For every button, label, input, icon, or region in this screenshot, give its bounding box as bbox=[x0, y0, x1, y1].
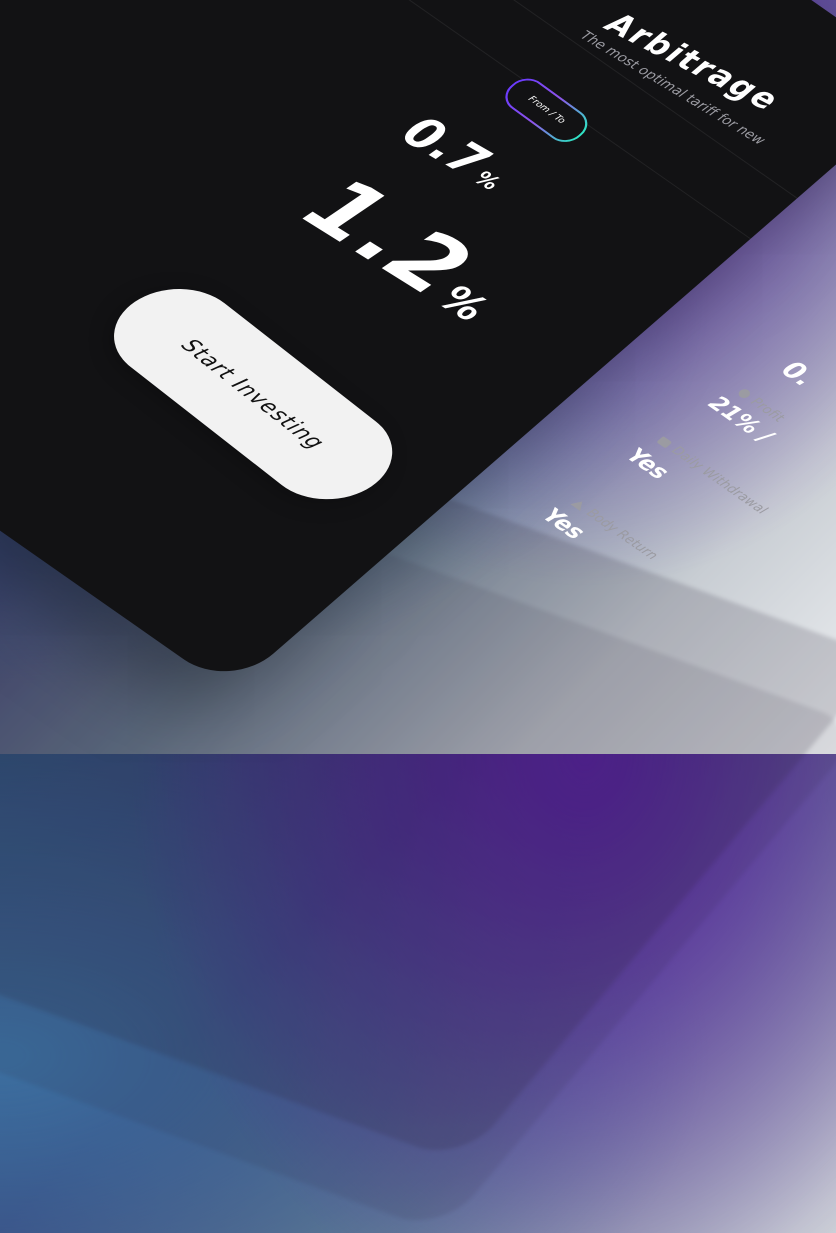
wallet-icon bbox=[656, 436, 673, 449]
stat-withdrawal-label-wrap: Daily Withdrawal bbox=[654, 434, 770, 517]
partial-stat-value: 0. bbox=[774, 356, 821, 393]
range-pill-label: From / To bbox=[525, 94, 568, 126]
clock-icon bbox=[736, 387, 753, 400]
stat-withdrawal-label: Daily Withdrawal bbox=[667, 443, 771, 518]
home-icon bbox=[570, 498, 588, 512]
